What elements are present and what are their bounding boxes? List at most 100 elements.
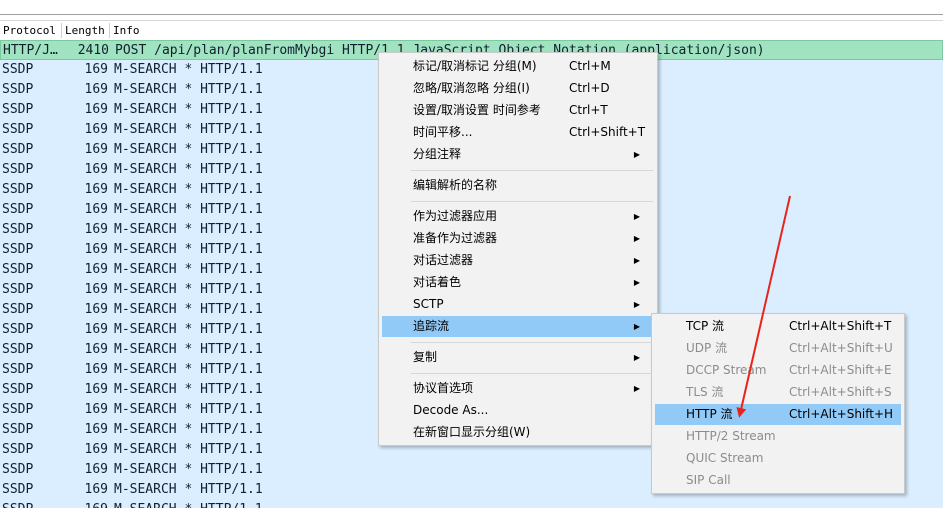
submenu-arrow-icon: ▶	[633, 322, 640, 331]
packet-info: M-SEARCH * HTTP/1.1	[114, 162, 263, 177]
menu-item-sctp[interactable]: SCTP ▶	[382, 294, 654, 315]
packet-protocol: SSDP	[2, 262, 34, 277]
packet-protocol: SSDP	[2, 142, 34, 157]
packet-length: 169	[84, 402, 108, 417]
packet-length: 169	[84, 262, 108, 277]
menu-item-conversation-filter[interactable]: 对话过滤器 ▶	[382, 250, 654, 271]
menu-item-show-in-new-window[interactable]: 在新窗口显示分组(W)	[382, 422, 654, 443]
packet-info: M-SEARCH * HTTP/1.1	[114, 122, 263, 137]
packet-context-menu: 标记/取消标记 分组(M) Ctrl+M 忽略/取消忽略 分组(I) Ctrl+D 设置…	[378, 52, 658, 446]
submenu-item-dccp-stream[interactable]: DCCP Stream Ctrl+Alt+Shift+E	[655, 360, 901, 381]
menu-item-mark[interactable]: 标记/取消标记 分组(M) Ctrl+M	[382, 56, 654, 77]
packet-protocol: SSDP	[2, 362, 34, 377]
packet-protocol: SSDP	[2, 402, 34, 417]
packet-length: 169	[84, 362, 108, 377]
menu-item-copy[interactable]: 复制 ▶	[382, 347, 654, 368]
menu-separator	[411, 201, 653, 202]
packet-length: 169	[84, 342, 108, 357]
menu-item-label: HTTP/2 Stream	[686, 429, 776, 443]
packet-info: M-SEARCH * HTTP/1.1	[114, 422, 263, 437]
packet-protocol: SSDP	[2, 302, 34, 317]
menu-item-label: 复制	[413, 350, 438, 364]
packet-length: 169	[84, 282, 108, 297]
packet-protocol: SSDP	[2, 422, 34, 437]
packet-info: M-SEARCH * HTTP/1.1	[114, 442, 263, 457]
menu-item-label: 准备作为过滤器	[413, 231, 498, 245]
packet-length: 2410	[77, 43, 109, 58]
submenu-item-http-stream[interactable]: HTTP 流 Ctrl+Alt+Shift+H	[655, 404, 901, 425]
column-header-info[interactable]: Info	[110, 23, 943, 38]
submenu-arrow-icon: ▶	[633, 278, 640, 287]
packet-length: 169	[84, 462, 108, 477]
menu-item-shortcut: Ctrl+Alt+Shift+T	[789, 319, 892, 333]
menu-item-follow-stream[interactable]: 追踪流 ▶	[382, 316, 654, 337]
menu-item-ignore[interactable]: 忽略/取消忽略 分组(I) Ctrl+D	[382, 78, 654, 99]
menu-item-protocol-preferences[interactable]: 协议首选项 ▶	[382, 378, 654, 399]
menu-item-label: TLS 流	[686, 385, 724, 399]
menu-item-label: DCCP Stream	[686, 363, 767, 377]
submenu-item-tcp-stream[interactable]: TCP 流 Ctrl+Alt+Shift+T	[655, 316, 901, 337]
packet-protocol: HTTP/J…	[3, 43, 58, 58]
packet-info: M-SEARCH * HTTP/1.1	[114, 182, 263, 197]
packet-length: 169	[84, 322, 108, 337]
submenu-item-sip-call[interactable]: SIP Call	[655, 470, 901, 491]
packet-protocol: SSDP	[2, 462, 34, 477]
packet-length: 169	[84, 122, 108, 137]
packet-length: 169	[84, 82, 108, 97]
submenu-item-udp-stream[interactable]: UDP 流 Ctrl+Alt+Shift+U	[655, 338, 901, 359]
menu-item-label: 作为过滤器应用	[413, 209, 498, 223]
menu-item-label: 编辑解析的名称	[413, 178, 498, 192]
packet-info: M-SEARCH * HTTP/1.1	[114, 222, 263, 237]
packet-length: 169	[84, 422, 108, 437]
menu-item-label: QUIC Stream	[686, 451, 764, 465]
packet-row[interactable]: SSDP169 M-SEARCH * HTTP/1.1	[0, 500, 943, 508]
menu-item-edit-resolved-name[interactable]: 编辑解析的名称	[382, 175, 654, 196]
menu-item-time-ref[interactable]: 设置/取消设置 时间参考 Ctrl+T	[382, 100, 654, 121]
menu-item-shortcut: Ctrl+Alt+Shift+U	[789, 341, 893, 355]
packet-protocol: SSDP	[2, 342, 34, 357]
column-header-length[interactable]: Length	[62, 23, 110, 38]
menu-item-label: 在新窗口显示分组(W)	[413, 425, 531, 439]
submenu-item-tls-stream[interactable]: TLS 流 Ctrl+Alt+Shift+S	[655, 382, 901, 403]
submenu-arrow-icon: ▶	[633, 234, 640, 243]
packet-protocol: SSDP	[2, 182, 34, 197]
packet-protocol: SSDP	[2, 242, 34, 257]
toolbar-divider	[0, 14, 943, 15]
menu-item-apply-as-filter[interactable]: 作为过滤器应用 ▶	[382, 206, 654, 227]
packet-protocol: SSDP	[2, 202, 34, 217]
packet-length: 169	[84, 142, 108, 157]
menu-item-label: 忽略/取消忽略 分组(I)	[413, 81, 530, 95]
packet-info: M-SEARCH * HTTP/1.1	[114, 500, 263, 508]
packet-info: M-SEARCH * HTTP/1.1	[114, 342, 263, 357]
packet-protocol: SSDP	[2, 442, 34, 457]
packet-protocol: SSDP	[2, 122, 34, 137]
packet-info: M-SEARCH * HTTP/1.1	[114, 62, 263, 77]
menu-item-colorize-conversation[interactable]: 对话着色 ▶	[382, 272, 654, 293]
menu-item-label: 协议首选项	[413, 381, 474, 395]
menu-item-decode-as[interactable]: Decode As...	[382, 400, 654, 421]
packet-info: M-SEARCH * HTTP/1.1	[114, 262, 263, 277]
menu-item-label: TCP 流	[686, 319, 725, 333]
menu-item-label: Decode As...	[413, 403, 489, 417]
submenu-item-quic-stream[interactable]: QUIC Stream	[655, 448, 901, 469]
menu-item-label: 标记/取消标记 分组(M)	[413, 59, 537, 73]
packet-length: 169	[84, 302, 108, 317]
packet-length: 169	[84, 222, 108, 237]
packet-length: 169	[84, 442, 108, 457]
menu-item-shortcut: Ctrl+Alt+Shift+E	[789, 363, 892, 377]
packet-info: M-SEARCH * HTTP/1.1	[114, 322, 263, 337]
submenu-arrow-icon: ▶	[633, 256, 640, 265]
submenu-item-http2-stream[interactable]: HTTP/2 Stream	[655, 426, 901, 447]
menu-item-time-shift[interactable]: 时间平移... Ctrl+Shift+T	[382, 122, 654, 143]
column-header-protocol[interactable]: Protocol	[0, 23, 62, 38]
packet-info: M-SEARCH * HTTP/1.1	[114, 142, 263, 157]
submenu-arrow-icon: ▶	[633, 384, 640, 393]
menu-item-prepare-filter[interactable]: 准备作为过滤器 ▶	[382, 228, 654, 249]
submenu-arrow-icon: ▶	[633, 300, 640, 309]
menu-item-label: 分组注释	[413, 147, 462, 161]
menu-item-label: HTTP 流	[686, 407, 733, 421]
follow-stream-submenu: TCP 流 Ctrl+Alt+Shift+T UDP 流 Ctrl+Alt+Shift…	[651, 313, 905, 494]
menu-item-shortcut: Ctrl+Alt+Shift+H	[789, 407, 894, 421]
menu-item-shortcut: Ctrl+Shift+T	[569, 125, 646, 139]
menu-item-packet-comment[interactable]: 分组注释 ▶	[382, 144, 654, 165]
